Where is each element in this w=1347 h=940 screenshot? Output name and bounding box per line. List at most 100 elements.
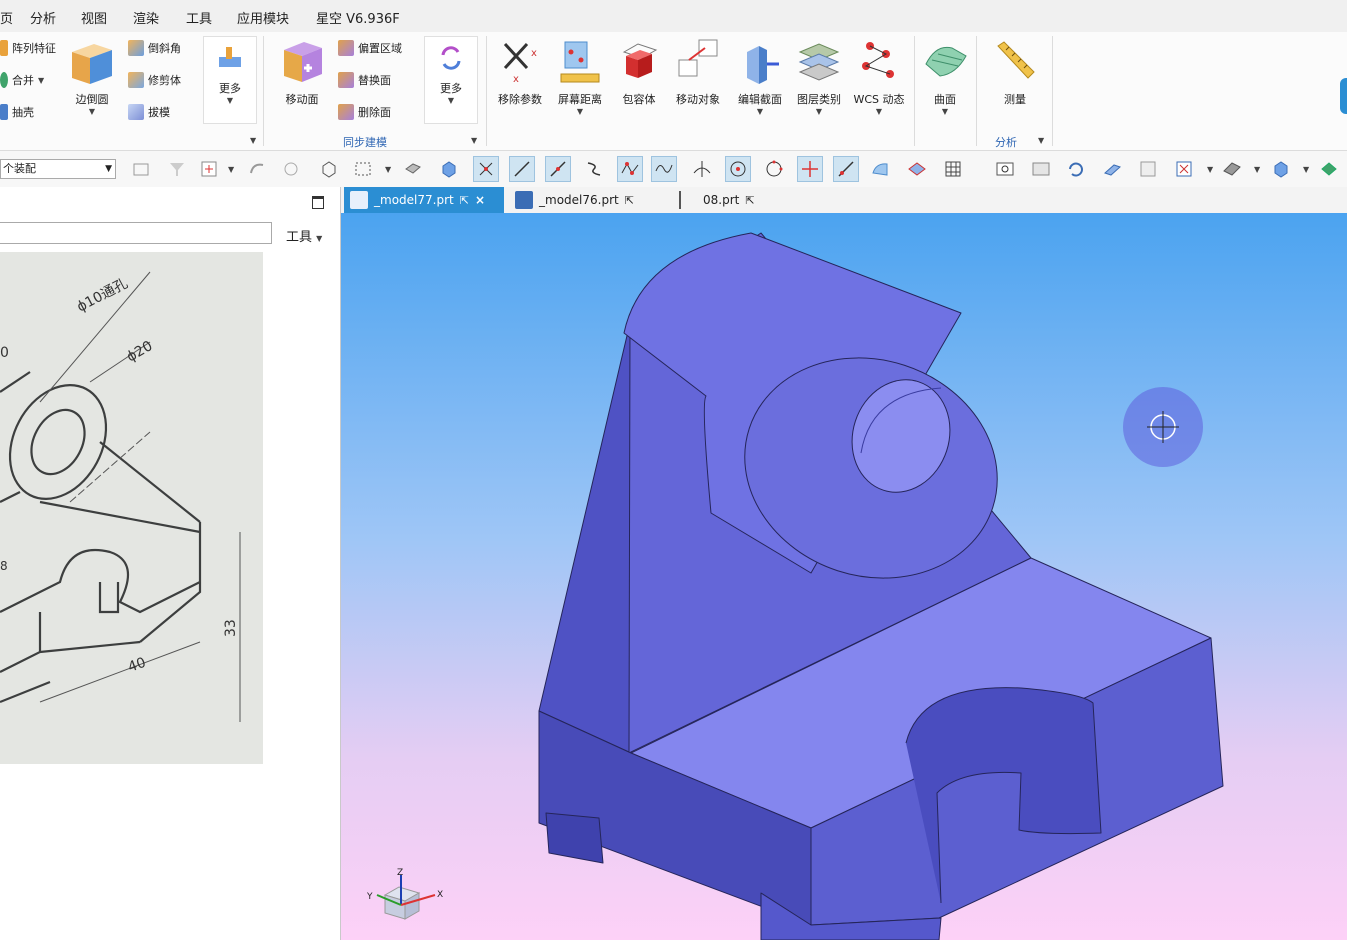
remove-params-button[interactable]: x x 移除参数 (494, 38, 546, 107)
snap-control-point-icon[interactable] (617, 156, 643, 182)
rectangle-select-icon[interactable] (350, 156, 376, 182)
chevron-down-icon: ▼ (38, 75, 45, 85)
tab-model77[interactable]: _model77.prt ⇱ × (344, 187, 504, 213)
render-style-icon[interactable] (1219, 156, 1245, 182)
snap-bounded-icon[interactable] (904, 156, 930, 182)
group-expand-icon[interactable]: ▼ (1038, 136, 1044, 145)
chevron-down-icon: ▼ (88, 107, 96, 116)
snap-line-icon[interactable] (509, 156, 535, 182)
snap-arc-center-icon[interactable] (725, 156, 751, 182)
component-select-icon[interactable] (278, 156, 304, 182)
panel-search-input[interactable] (0, 222, 272, 244)
menu-xingkong[interactable]: 星空 V6.936F (316, 8, 400, 27)
export-icon[interactable]: ⇱ (625, 194, 634, 207)
measure-button[interactable]: 测量 (988, 38, 1042, 107)
draft-button[interactable]: 拔模 (128, 102, 170, 122)
tab-model76[interactable]: _model76.prt ⇱ (509, 187, 649, 213)
coordinate-triad-icon: Z Y X (366, 868, 443, 920)
chevron-down-icon[interactable]: ▼ (1207, 165, 1213, 174)
part-file-icon (515, 191, 533, 209)
replace-face-button[interactable]: 替换面 (338, 70, 391, 90)
chevron-down-icon[interactable]: ▼ (1254, 165, 1260, 174)
snap-midpoint-icon[interactable] (545, 156, 571, 182)
group-expand-icon[interactable]: ▼ (471, 136, 477, 145)
menu-render[interactable]: 渲染 (133, 8, 159, 27)
layer-category-button[interactable]: 图层类别 ▼ (793, 38, 845, 116)
maximize-icon[interactable] (312, 196, 324, 209)
bounding-body-button[interactable]: 包容体 (614, 38, 664, 107)
side-panel-handle[interactable] (1340, 78, 1347, 114)
snap-curve-icon[interactable] (581, 156, 607, 182)
chevron-down-icon[interactable]: ▼ (1303, 165, 1309, 174)
chevron-down-icon: ▼ (941, 107, 949, 116)
array-feature-button[interactable]: 阵列特征 (0, 38, 56, 58)
screen-distance-button[interactable]: 屏幕距离 ▼ (554, 38, 606, 116)
chevron-down-icon: ▼ (105, 164, 112, 174)
perspective-icon[interactable] (1099, 156, 1125, 182)
snap-intersection-icon[interactable] (689, 156, 715, 182)
grid-icon[interactable] (940, 156, 966, 182)
snap-vertex-icon[interactable] (473, 156, 499, 182)
snap-point-on-icon[interactable] (797, 156, 823, 182)
screen-distance-icon (560, 41, 600, 83)
zoom-fit-icon[interactable] (992, 156, 1018, 182)
separator (486, 36, 487, 146)
face-select-icon[interactable] (400, 156, 426, 182)
snap-face-icon[interactable] (867, 156, 893, 182)
move-object-button[interactable]: 移动对象 (672, 38, 724, 107)
group-expand-icon[interactable]: ▼ (250, 136, 256, 145)
trim-body-button[interactable]: 修剪体 (128, 70, 181, 90)
graphics-viewport[interactable]: Z Y X (341, 213, 1347, 940)
delete-face-button[interactable]: 删除面 (338, 102, 391, 122)
chamfer-button[interactable]: 倒斜角 (128, 38, 181, 58)
pan-icon[interactable] (1028, 156, 1054, 182)
menu-application[interactable]: 应用模块 (237, 8, 289, 27)
section-view-icon[interactable] (1135, 156, 1161, 182)
menu-analysis[interactable]: 分析 (30, 8, 56, 27)
array-icon (0, 40, 8, 56)
orient-view-icon[interactable] (1268, 156, 1294, 182)
menu-page[interactable]: 页 (0, 8, 13, 27)
edit-section-button[interactable]: 编辑截面 ▼ (734, 38, 786, 116)
feature-more-button[interactable]: 更多 ▼ (203, 36, 257, 124)
snap-on-curve-icon[interactable] (833, 156, 859, 182)
panel-tools-menu[interactable]: 工具 ▼ (286, 226, 322, 245)
tab-08[interactable]: 08.prt ⇱ (673, 187, 773, 213)
ruler-icon (997, 41, 1035, 79)
rotate-select-icon[interactable] (244, 156, 270, 182)
edge-blend-button[interactable]: 边倒圆 ▼ (66, 38, 118, 116)
fit-view-icon[interactable] (1171, 156, 1197, 182)
offset-region-button[interactable]: 偏置区域 (338, 38, 402, 58)
export-icon[interactable]: ⇱ (745, 194, 754, 207)
snap-quadrant-icon[interactable] (761, 156, 787, 182)
menu-view[interactable]: 视图 (81, 8, 107, 27)
menu-tools[interactable]: 工具 (186, 8, 212, 27)
wcs-dynamic-button[interactable]: WCS 动态 ▼ (850, 38, 908, 116)
move-face-icon (284, 42, 322, 82)
close-icon[interactable]: × (475, 193, 485, 207)
part-file-icon (350, 191, 368, 209)
layers-icon (798, 43, 840, 81)
sync-more-button[interactable]: 更多 ▼ (424, 36, 478, 124)
chevron-down-icon: ▼ (576, 107, 584, 116)
export-icon[interactable]: ⇱ (460, 194, 469, 207)
surface-button[interactable]: 曲面 ▼ (918, 38, 972, 116)
filter-combo[interactable]: 个装配 ▼ (0, 159, 116, 179)
assembly-filter-icon[interactable] (128, 156, 154, 182)
show-hide-icon[interactable] (1316, 156, 1342, 182)
selection-filter-icon[interactable] (164, 156, 190, 182)
chevron-down-icon[interactable]: ▼ (385, 165, 391, 174)
move-face-button[interactable]: 移动面 (274, 38, 330, 107)
part-model (538, 232, 1224, 940)
drawing-d0-label: 0 (0, 345, 9, 361)
snap-spline-icon[interactable] (651, 156, 677, 182)
snap-point-icon[interactable] (196, 156, 222, 182)
document-tabs: _model77.prt ⇱ × _model76.prt ⇱ 08.prt ⇱ (341, 187, 1347, 213)
chevron-down-icon[interactable]: ▼ (228, 165, 234, 174)
rotate-icon[interactable] (1063, 156, 1089, 182)
cube-select-icon[interactable] (316, 156, 342, 182)
body-select-icon[interactable] (436, 156, 462, 182)
unite-button[interactable]: 合并 ▼ (0, 70, 44, 90)
shell-button[interactable]: 抽壳 (0, 102, 34, 122)
bounding-box-icon (622, 43, 658, 78)
